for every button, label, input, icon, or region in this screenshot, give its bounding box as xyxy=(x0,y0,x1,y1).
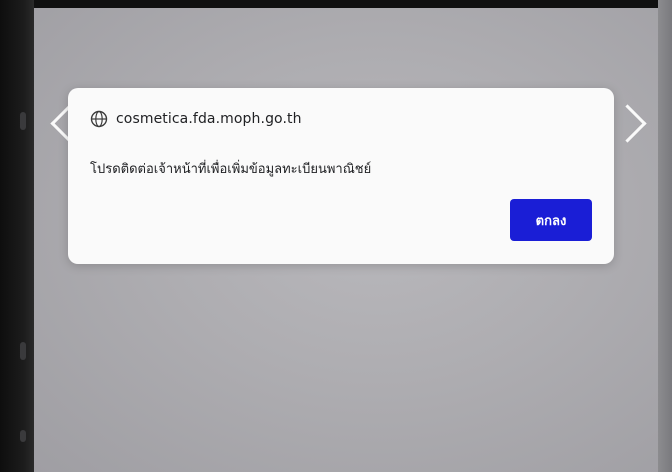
dialog-message: โปรดติดต่อเจ้าหน้าที่เพื่อเพิ่มข้อมูลทะเ… xyxy=(90,162,372,177)
globe-icon xyxy=(90,110,108,128)
ok-button[interactable]: ตกลง xyxy=(510,199,592,241)
dialog-origin: cosmetica.fda.moph.go.th xyxy=(90,110,302,128)
edge-mark xyxy=(20,342,26,360)
edge-mark xyxy=(20,112,26,130)
right-bezel xyxy=(658,0,672,472)
dialog-origin-text: cosmetica.fda.moph.go.th xyxy=(116,111,302,127)
photo-frame: cosmetica.fda.moph.go.th โปรดติดต่อเจ้าห… xyxy=(0,0,672,472)
edge-mark xyxy=(20,430,26,442)
alert-dialog: cosmetica.fda.moph.go.th โปรดติดต่อเจ้าห… xyxy=(68,88,614,264)
top-bezel xyxy=(0,0,672,8)
left-bezel xyxy=(0,0,34,472)
